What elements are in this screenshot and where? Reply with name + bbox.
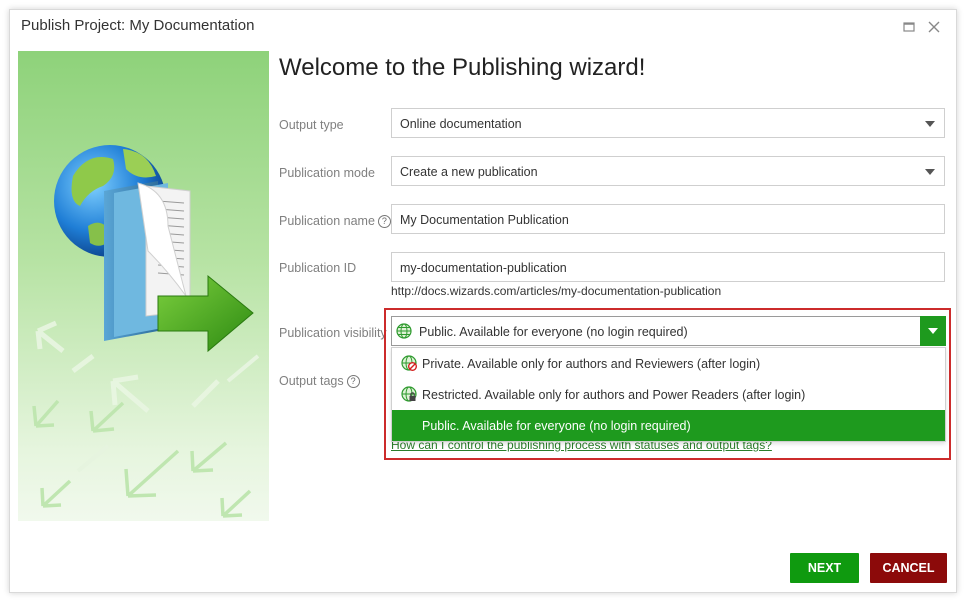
window-title: Publish Project: My Documentation: [21, 17, 255, 34]
visibility-option-label: Restricted. Available only for authors a…: [422, 388, 806, 402]
publication-visibility-value: Public. Available for everyone (no login…: [419, 325, 688, 339]
next-button[interactable]: NEXT: [790, 553, 859, 583]
publication-url: http://docs.wizards.com/articles/my-docu…: [391, 284, 722, 298]
output-type-value: Online documentation: [400, 117, 522, 131]
output-type-label: Output type: [279, 118, 344, 132]
output-tags-label-text: Output tags: [279, 374, 344, 388]
publication-mode-label: Publication mode: [279, 166, 375, 180]
publish-dialog: Publish Project: My Documentation Welcom…: [9, 9, 957, 593]
chevron-down-icon: [925, 121, 935, 127]
publication-name-label: Publication name?: [279, 214, 391, 228]
help-icon[interactable]: ?: [346, 375, 360, 388]
chevron-down-icon: [925, 169, 935, 175]
output-tags-label: Output tags?: [279, 374, 360, 388]
chevron-down-icon: [928, 328, 938, 334]
visibility-option-label: Public. Available for everyone (no login…: [422, 419, 691, 433]
visibility-dropdown-list: Private. Available only for authors and …: [391, 347, 946, 442]
visibility-option-private[interactable]: Private. Available only for authors and …: [392, 348, 945, 379]
publication-name-input[interactable]: My Documentation Publication: [391, 204, 945, 234]
globe-private-icon: [401, 355, 417, 374]
publication-mode-select[interactable]: Create a new publication: [391, 156, 945, 186]
visibility-option-restricted[interactable]: Restricted. Available only for authors a…: [392, 379, 945, 410]
cancel-button[interactable]: CANCEL: [870, 553, 947, 583]
globe-locked-icon: [401, 386, 417, 405]
publication-id-value: my-documentation-publication: [400, 261, 567, 275]
publication-name-value: My Documentation Publication: [400, 213, 569, 227]
publication-visibility-label: Publication visibility: [279, 326, 387, 340]
wizard-banner-image: [18, 51, 269, 521]
publication-name-label-text: Publication name: [279, 214, 375, 228]
globe-icon: [396, 323, 412, 342]
publication-mode-value: Create a new publication: [400, 165, 538, 179]
visibility-option-public[interactable]: Public. Available for everyone (no login…: [392, 410, 945, 441]
help-icon[interactable]: ?: [377, 215, 391, 228]
page-heading: Welcome to the Publishing wizard!: [279, 54, 646, 81]
output-type-select[interactable]: Online documentation: [391, 108, 945, 138]
maximize-icon[interactable]: [901, 19, 917, 35]
visibility-option-label: Private. Available only for authors and …: [422, 357, 761, 371]
publication-visibility-select[interactable]: Public. Available for everyone (no login…: [391, 316, 946, 346]
close-icon[interactable]: [926, 19, 942, 35]
dropdown-toggle-button[interactable]: [920, 316, 946, 346]
publication-id-label: Publication ID: [279, 261, 357, 275]
publication-id-input[interactable]: my-documentation-publication: [391, 252, 945, 282]
title-bar: Publish Project: My Documentation: [10, 10, 956, 44]
